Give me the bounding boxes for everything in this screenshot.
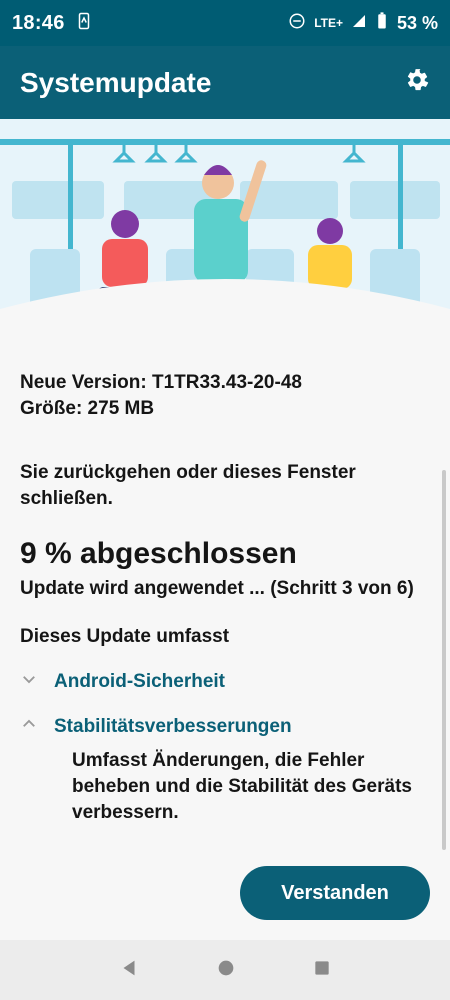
recents-icon[interactable] bbox=[312, 958, 332, 983]
version-line: Neue Version: T1TR33.43-20-48 bbox=[20, 372, 302, 393]
home-icon[interactable] bbox=[215, 957, 237, 984]
battery-icon bbox=[375, 11, 389, 35]
progress-main: 9 % abgeschlossen bbox=[20, 537, 297, 570]
battery-percent: 53 % bbox=[396, 12, 438, 33]
include-item-label: Android-Sicherheit bbox=[54, 670, 226, 692]
understood-button[interactable]: Verstanden bbox=[240, 866, 430, 920]
include-item-label: Stabilitätsverbesserungen bbox=[54, 715, 292, 737]
dnd-icon bbox=[288, 12, 306, 35]
update-content: Neue Version: T1TR33.43-20-48 Größe: 275… bbox=[0, 350, 450, 940]
signal-icon bbox=[351, 13, 367, 34]
include-item-detail: Umfasst Änderungen, die Fehler beheben u… bbox=[72, 750, 412, 823]
include-item-stability[interactable]: Stabilitätsverbesserungen bbox=[20, 715, 430, 738]
status-bar: 18:46 LTE+ 53 % bbox=[0, 0, 450, 46]
scrollbar[interactable] bbox=[442, 470, 446, 850]
size-line: Größe: 275 MB bbox=[20, 398, 155, 419]
chevron-down-icon bbox=[20, 670, 38, 693]
includes-label: Dieses Update umfasst bbox=[20, 626, 230, 647]
subway-people-illustration bbox=[0, 119, 450, 349]
phone-icon bbox=[75, 12, 93, 35]
gear-icon[interactable] bbox=[404, 67, 430, 98]
chevron-up-icon bbox=[20, 715, 38, 738]
page-title: Systemupdate bbox=[20, 66, 212, 98]
system-nav-bar bbox=[0, 940, 450, 1000]
progress-sub: Update wird angewendet ... (Schritt 3 vo… bbox=[20, 578, 414, 599]
include-item-android-security[interactable]: Android-Sicherheit bbox=[20, 670, 430, 693]
status-time: 18:46 bbox=[12, 11, 65, 34]
warning-line: Sie zurückgehen oder dieses Fenster schl… bbox=[20, 462, 356, 509]
back-icon[interactable] bbox=[118, 957, 140, 984]
hero-illustration bbox=[0, 119, 450, 349]
network-type: LTE+ bbox=[314, 16, 343, 30]
app-bar: Systemupdate bbox=[0, 46, 450, 119]
